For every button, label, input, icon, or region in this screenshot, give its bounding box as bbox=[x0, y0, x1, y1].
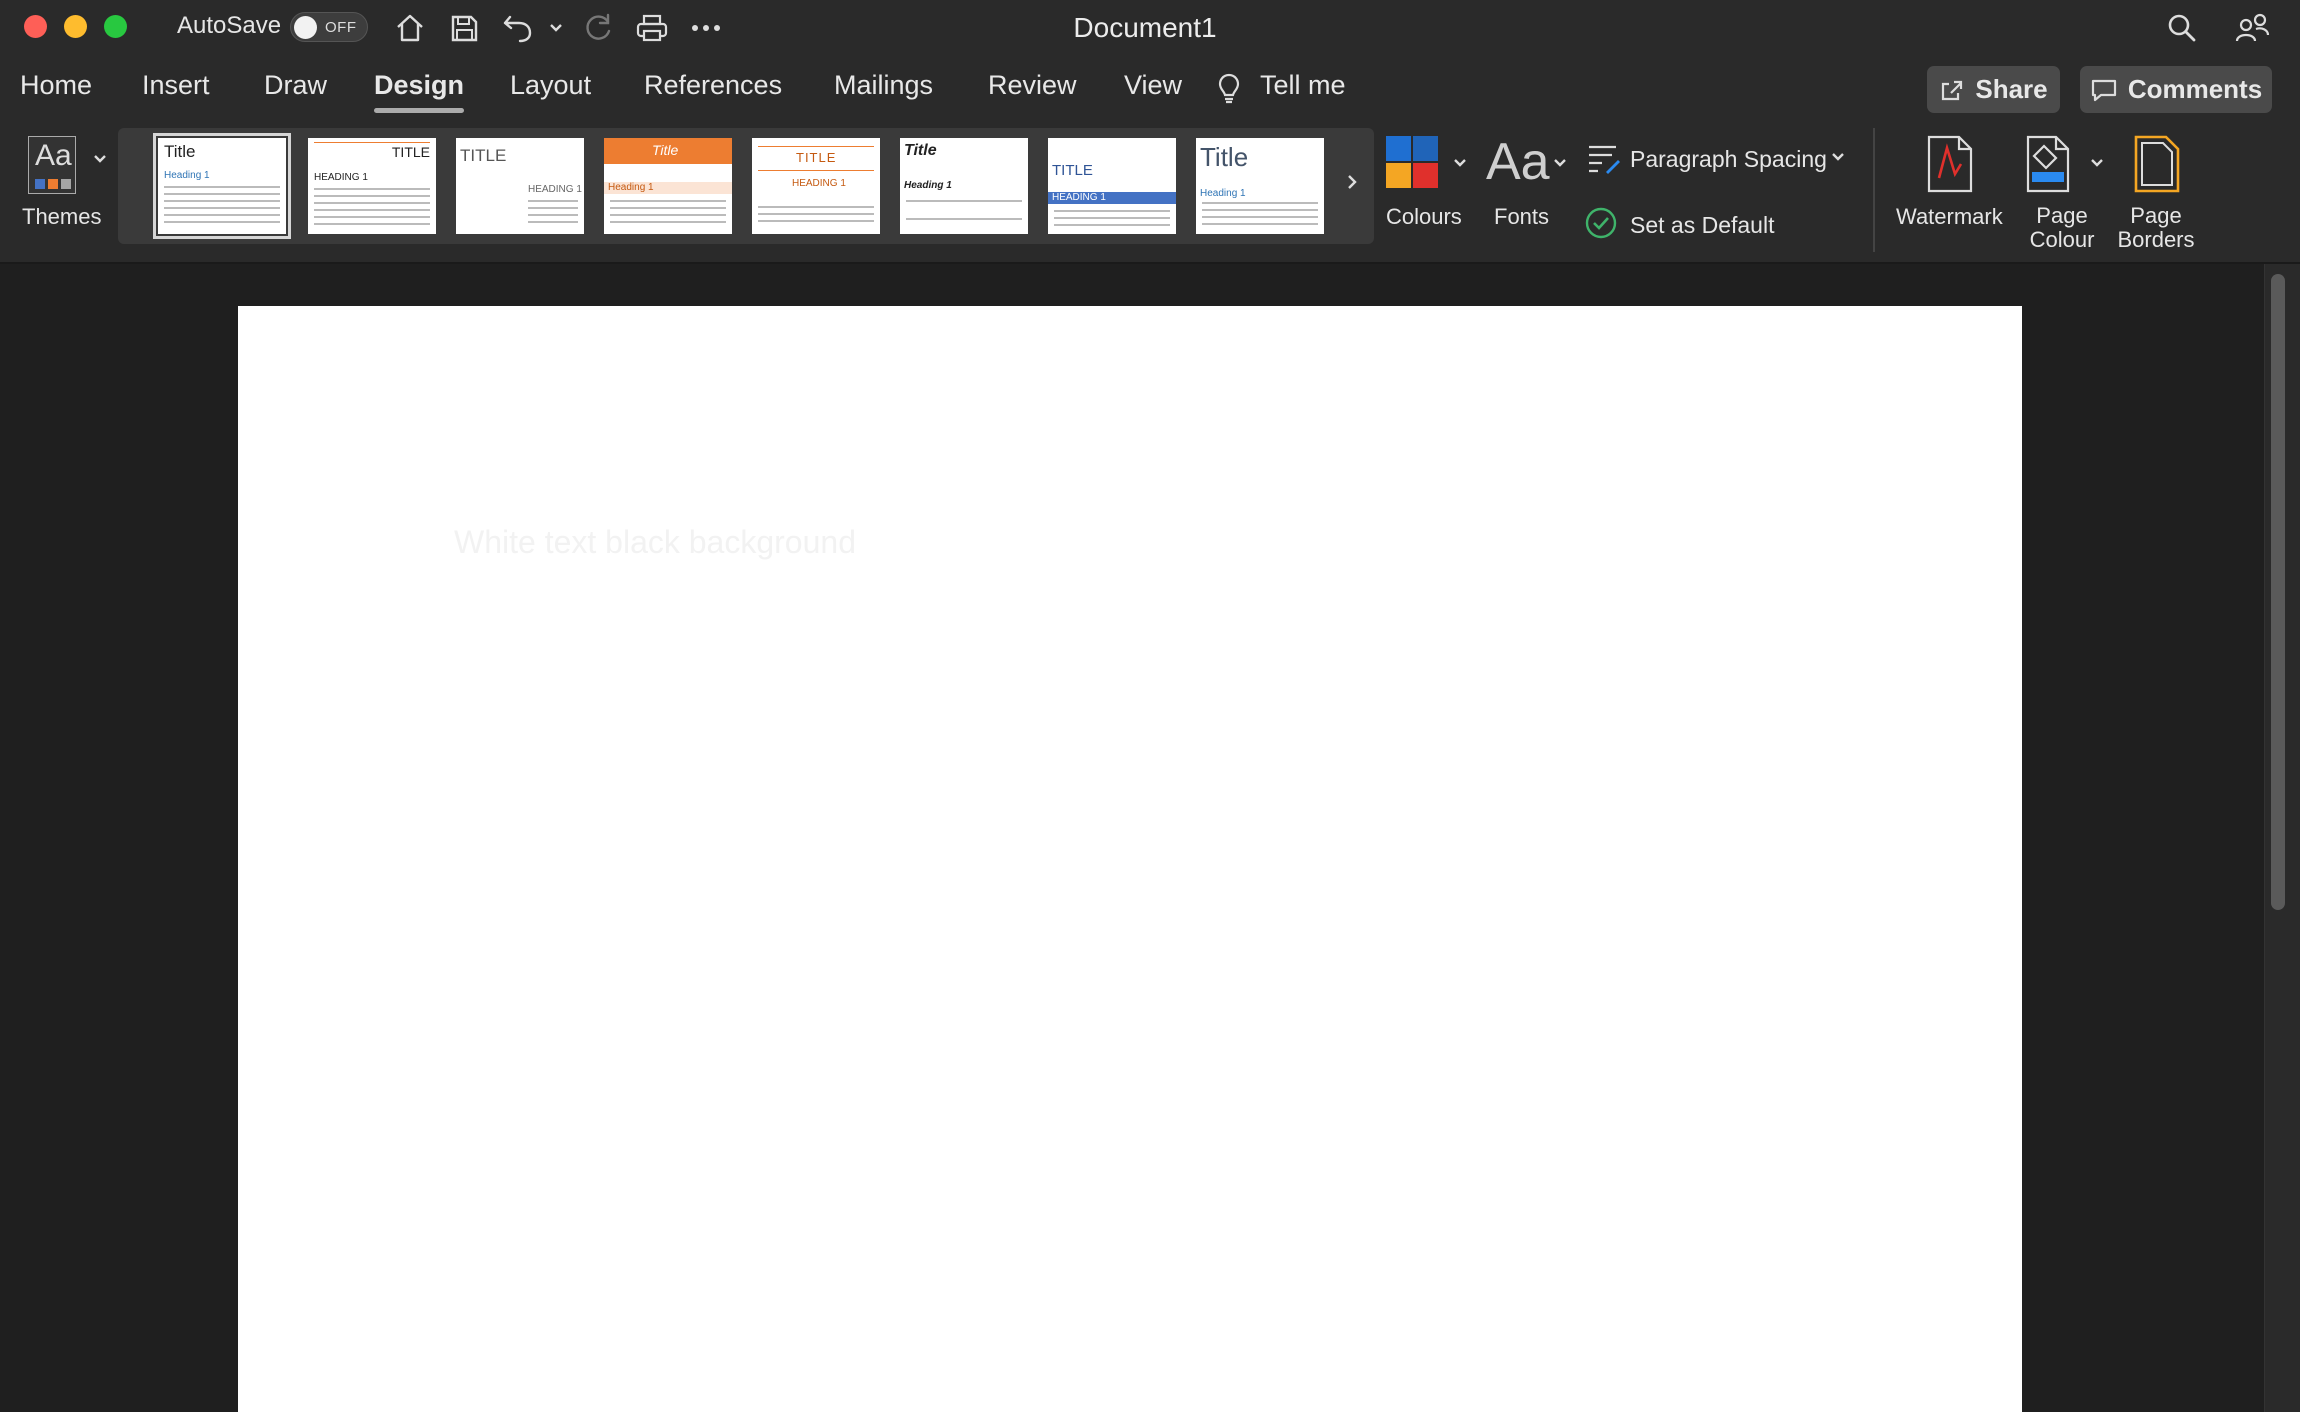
style-set-thumbnail[interactable]: Title Heading 1 bbox=[900, 138, 1028, 234]
minimize-window-button[interactable] bbox=[64, 15, 87, 38]
autosave-state: OFF bbox=[325, 19, 357, 36]
print-icon[interactable] bbox=[632, 8, 672, 48]
comments-button[interactable]: Comments bbox=[2080, 66, 2272, 113]
colours-icon[interactable] bbox=[1386, 136, 1440, 190]
watermark-icon[interactable] bbox=[1925, 134, 1975, 199]
checkmark-circle-icon[interactable] bbox=[1584, 206, 1618, 245]
themes-icon[interactable]: Aa bbox=[28, 136, 76, 194]
page-borders-icon[interactable] bbox=[2132, 134, 2182, 199]
themes-dropdown-chevron-icon[interactable] bbox=[92, 152, 108, 170]
fonts-icon[interactable]: Aa bbox=[1486, 132, 1550, 192]
tab-review[interactable]: Review bbox=[988, 70, 1077, 101]
theme-swatch bbox=[48, 179, 58, 189]
undo-dropdown-chevron-icon[interactable] bbox=[538, 8, 574, 48]
style-set-thumbnail[interactable]: TITLE HEADING 1 bbox=[308, 138, 436, 234]
themes-label: Themes bbox=[22, 204, 102, 229]
paragraph-spacing-chevron-icon[interactable] bbox=[1830, 150, 1846, 168]
page-colour-label: Page Colour bbox=[2029, 203, 2095, 252]
style-set-gallery: Title Heading 1 TITLE HEADING 1 TITLE HE… bbox=[118, 128, 1374, 244]
redo-icon[interactable] bbox=[578, 8, 618, 48]
home-icon[interactable] bbox=[390, 8, 430, 48]
style-set-thumbnail[interactable]: TITLE HEADING 1 bbox=[1048, 138, 1176, 234]
document-body-text[interactable]: White text black background bbox=[454, 524, 856, 561]
scrollbar-thumb[interactable] bbox=[2271, 274, 2285, 910]
share-button[interactable]: Share bbox=[1927, 66, 2060, 113]
colours-dropdown-chevron-icon[interactable] bbox=[1452, 156, 1468, 174]
ribbon-separator bbox=[1873, 128, 1875, 252]
watermark-label: Watermark bbox=[1896, 204, 2003, 229]
page-colour-dropdown-chevron-icon[interactable] bbox=[2089, 156, 2105, 174]
set-as-default-label[interactable]: Set as Default bbox=[1630, 212, 1774, 239]
title-bar: AutoSave OFF Document1 bbox=[0, 0, 2300, 56]
theme-swatch bbox=[61, 179, 71, 189]
comment-icon bbox=[2091, 79, 2116, 101]
save-icon[interactable] bbox=[444, 8, 484, 48]
document-canvas: White text black background bbox=[0, 264, 2300, 1412]
search-icon[interactable] bbox=[2162, 8, 2202, 48]
tab-references[interactable]: References bbox=[644, 70, 782, 101]
style-set-thumbnail[interactable]: Title Heading 1 bbox=[1196, 138, 1324, 234]
autosave-toggle[interactable]: OFF bbox=[290, 12, 368, 42]
design-ribbon: Aa Themes Title Heading 1 TITLE HEADING … bbox=[0, 122, 2300, 264]
zoom-window-button[interactable] bbox=[104, 15, 127, 38]
share-label: Share bbox=[1975, 74, 2048, 104]
tab-draw[interactable]: Draw bbox=[264, 70, 327, 101]
comments-label: Comments bbox=[2127, 74, 2263, 104]
close-window-button[interactable] bbox=[24, 15, 47, 38]
paragraph-spacing-label[interactable]: Paragraph Spacing bbox=[1630, 146, 1827, 173]
undo-icon[interactable] bbox=[498, 8, 538, 48]
style-set-thumbnail[interactable]: Title Heading 1 bbox=[153, 133, 291, 239]
autosave-label: AutoSave bbox=[177, 12, 282, 39]
account-icon[interactable] bbox=[2232, 8, 2272, 48]
tell-me-search[interactable]: Tell me bbox=[1260, 70, 1346, 101]
themes-glyph: Aa bbox=[35, 139, 72, 172]
fonts-label: Fonts bbox=[1494, 204, 1550, 229]
fonts-dropdown-chevron-icon[interactable] bbox=[1552, 156, 1568, 174]
document-page[interactable]: White text black background bbox=[238, 306, 2022, 1412]
gallery-more-chevron-icon[interactable] bbox=[1344, 172, 1360, 197]
active-tab-indicator bbox=[374, 108, 464, 113]
paragraph-spacing-icon[interactable] bbox=[1586, 142, 1622, 181]
tab-view[interactable]: View bbox=[1124, 70, 1182, 101]
autosave-knob bbox=[294, 16, 317, 39]
lightbulb-icon[interactable] bbox=[1216, 72, 1242, 109]
theme-swatch bbox=[35, 179, 45, 189]
tab-insert[interactable]: Insert bbox=[142, 70, 210, 101]
style-set-thumbnail[interactable]: TITLE HEADING 1 bbox=[456, 138, 584, 234]
tab-design[interactable]: Design bbox=[374, 70, 464, 101]
style-set-thumbnail[interactable]: Title Heading 1 bbox=[604, 138, 732, 234]
tab-home[interactable]: Home bbox=[20, 70, 92, 101]
tab-mailings[interactable]: Mailings bbox=[834, 70, 933, 101]
share-icon bbox=[1942, 80, 1963, 100]
document-title: Document1 bbox=[1073, 12, 1217, 43]
style-set-thumbnail[interactable]: TITLE HEADING 1 bbox=[752, 138, 880, 234]
more-icon[interactable] bbox=[686, 8, 726, 48]
tab-layout[interactable]: Layout bbox=[510, 70, 591, 101]
page-borders-label: Page Borders bbox=[2117, 203, 2195, 252]
colours-label: Colours bbox=[1386, 204, 1462, 229]
page-colour-icon[interactable] bbox=[2020, 134, 2076, 199]
